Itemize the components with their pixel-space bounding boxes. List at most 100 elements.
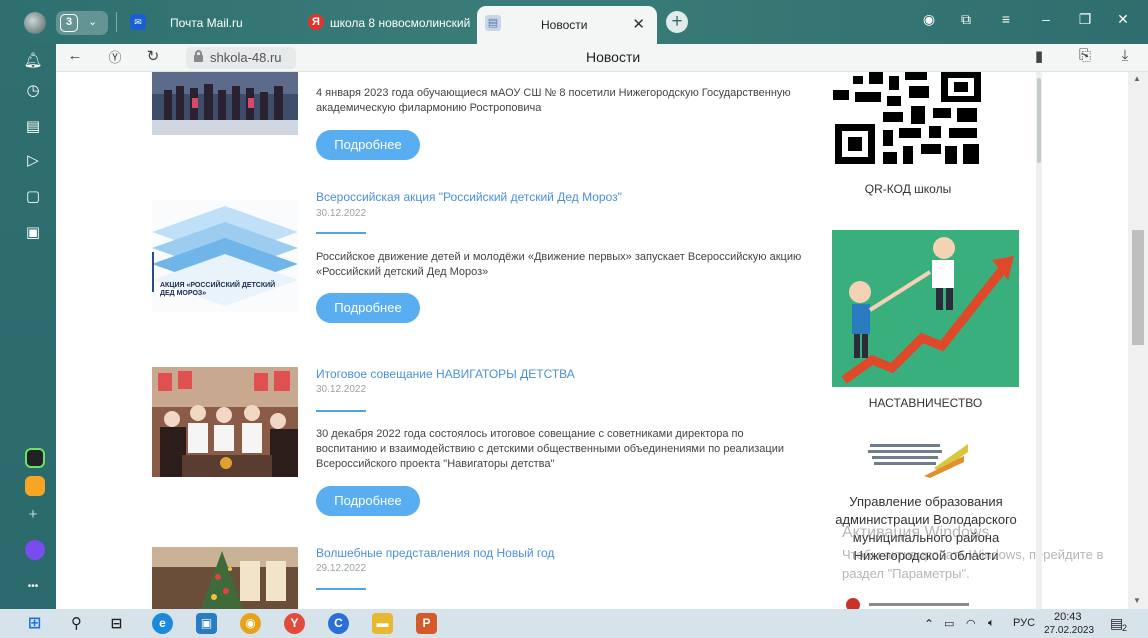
wifi-icon[interactable]: ◠	[966, 617, 976, 630]
history-icon[interactable]: ◷	[22, 80, 44, 102]
volume-icon[interactable]: 🔈︎	[988, 617, 995, 630]
yandex-icon[interactable]: Ⓨ	[104, 47, 126, 66]
page-title: Новости	[586, 49, 641, 65]
notes-icon[interactable]: ▤	[22, 116, 44, 138]
news-thumbnail[interactable]	[152, 547, 298, 609]
edu-logo-image	[864, 438, 968, 480]
tray-expand-icon[interactable]: ⌃	[924, 617, 934, 631]
news-text: Российское движение детей и молодёжи «Дв…	[316, 251, 802, 278]
language-indicator[interactable]: РУС	[1013, 617, 1035, 629]
news-thumbnail[interactable]	[152, 367, 298, 477]
clock-time[interactable]: 20:43	[1054, 611, 1082, 623]
mail-icon: ✉	[130, 14, 146, 30]
yandex-browser-icon[interactable]: Y	[284, 613, 305, 634]
taskbar: ⊞ ⚲ ⊟ e ▣ ◉ Y C ▬ P ⌃ ▭ ◠ 🔈︎ РУС 20:43 2…	[0, 609, 1148, 638]
news-thumbnail[interactable]	[152, 72, 298, 135]
qr-code-image	[833, 72, 983, 167]
play-icon[interactable]: ▷	[22, 150, 44, 172]
close-tab-icon[interactable]: ✕	[632, 15, 645, 33]
tabs-counter-button[interactable]: 3 ⌄	[56, 11, 108, 35]
profile-avatar[interactable]	[24, 12, 46, 34]
mentoring-banner[interactable]	[832, 230, 1019, 387]
news-title-link[interactable]: Всероссийская акция "Российский детский …	[316, 190, 622, 204]
photo-meeting	[152, 367, 298, 477]
title-underline	[316, 232, 366, 234]
clock-date[interactable]: 27.02.2023	[1044, 625, 1094, 636]
reload-icon[interactable]: ↻	[142, 47, 164, 65]
new-tab-button[interactable]: +	[666, 11, 688, 33]
news-date: 30.12.2022	[316, 208, 367, 219]
notifications-count: 2	[1122, 623, 1128, 633]
tab-mail[interactable]: ✉ Почта Mail.ru	[130, 8, 295, 38]
watermark-line2: Чтобы активировать Windows, перейдите в	[842, 547, 1104, 562]
news-item: Итоговое совещание НАВИГАТОРЫ ДЕТСТВА 30…	[152, 366, 812, 526]
mail-app-icon[interactable]	[25, 476, 45, 496]
page-content: 4 января 2023 года обучающиеся мАОУ СШ №…	[56, 72, 1148, 609]
more-button[interactable]: Подробнее	[316, 486, 420, 516]
menu-icon[interactable]: ≡	[995, 11, 1017, 27]
qr-code[interactable]	[833, 72, 983, 167]
next-banner[interactable]	[839, 593, 979, 609]
watermark-line1: Активация Windows	[842, 524, 990, 541]
messenger-icon[interactable]	[25, 448, 45, 468]
chevron-down-icon: ⌄	[88, 16, 98, 28]
news-date: 30.12.2022	[316, 384, 367, 395]
next-banner-image	[846, 598, 969, 609]
bookmark-icon[interactable]: ▮	[1028, 47, 1050, 65]
scrollbar-thumb[interactable]	[1037, 78, 1041, 163]
news-text: 4 января 2023 года обучающиеся мАОУ СШ №…	[316, 87, 791, 114]
title-underline	[316, 410, 366, 412]
news-item: 4 января 2023 года обучающиеся мАОУ СШ №…	[152, 72, 812, 172]
restore-icon[interactable]: ❐	[1074, 11, 1096, 28]
news-thumbnail[interactable]: АКЦИЯ «РОССИЙСКИЙ ДЕТСКИЙ ДЕД МОРОЗ»	[152, 200, 298, 312]
news-item: АКЦИЯ «РОССИЙСКИЙ ДЕТСКИЙ ДЕД МОРОЗ» Все…	[152, 186, 812, 346]
search-icon[interactable]: ⚲	[66, 613, 87, 634]
alice-icon[interactable]	[25, 540, 45, 560]
page-icon: ▤	[485, 15, 501, 31]
mentoring-caption: НАСТАВНИЧЕСТВО	[868, 396, 983, 410]
photo-group-winter	[152, 72, 298, 135]
chrome-icon[interactable]: ◉	[240, 613, 261, 634]
collections-icon[interactable]: ⧉	[955, 11, 977, 28]
reader-icon[interactable]: ⎘	[1074, 47, 1096, 64]
store-icon[interactable]: ▣	[196, 613, 217, 634]
battery-icon[interactable]: ▭	[944, 617, 954, 630]
scroll-down-icon[interactable]: ▼	[1133, 596, 1141, 605]
window-scrollbar[interactable]: ▲ ▼	[1128, 72, 1148, 609]
edu-logo[interactable]	[864, 438, 968, 480]
protect-icon[interactable]: ◉	[918, 11, 940, 28]
browser-icon[interactable]: C	[328, 613, 349, 634]
more-button[interactable]: Подробнее	[316, 293, 420, 323]
tab-search[interactable]: Я школа 8 новосмолинский	[308, 8, 473, 38]
bell-icon[interactable]: 🔔︎	[22, 50, 44, 72]
tab-news[interactable]: ▤ Новости ✕	[477, 6, 657, 44]
news-item: Волшебные представления под Новый год 29…	[152, 544, 812, 609]
news-title-link[interactable]: Волшебные представления под Новый год	[316, 546, 554, 560]
task-view-icon[interactable]: ⊟	[106, 613, 127, 634]
add-app-icon[interactable]: +	[22, 504, 44, 526]
qr-caption: QR-КОД школы	[864, 182, 952, 196]
minimize-icon[interactable]: –	[1035, 11, 1057, 27]
lock-icon	[194, 50, 203, 62]
title-underline	[316, 588, 366, 590]
tab-count: 3	[60, 14, 78, 32]
scroll-up-icon[interactable]: ▲	[1133, 74, 1141, 83]
page-scrollbar[interactable]	[1036, 72, 1042, 609]
url-field[interactable]: shkola-48.ru	[186, 47, 296, 69]
powerpoint-icon[interactable]: P	[416, 613, 437, 634]
screenshot-icon[interactable]: ▣	[22, 222, 44, 244]
more-icon[interactable]: •••	[22, 576, 44, 598]
divider	[116, 12, 117, 32]
yandex-icon: Я	[308, 14, 324, 30]
news-title-link[interactable]: Итоговое совещание НАВИГАТОРЫ ДЕТСТВА	[316, 367, 575, 381]
tab-count-icon[interactable]: ▢	[22, 186, 44, 208]
news-date: 29.12.2022	[316, 563, 367, 574]
download-icon[interactable]: ⤓	[1114, 47, 1136, 64]
close-window-icon[interactable]: ✕	[1112, 11, 1134, 28]
scrollbar-thumb[interactable]	[1132, 230, 1144, 345]
back-icon[interactable]: ←	[64, 47, 86, 64]
more-button[interactable]: Подробнее	[316, 130, 420, 160]
windows-start-icon[interactable]: ⊞	[24, 613, 45, 634]
folder-icon[interactable]: ▬	[372, 613, 393, 634]
edge-icon[interactable]: e	[152, 613, 173, 634]
